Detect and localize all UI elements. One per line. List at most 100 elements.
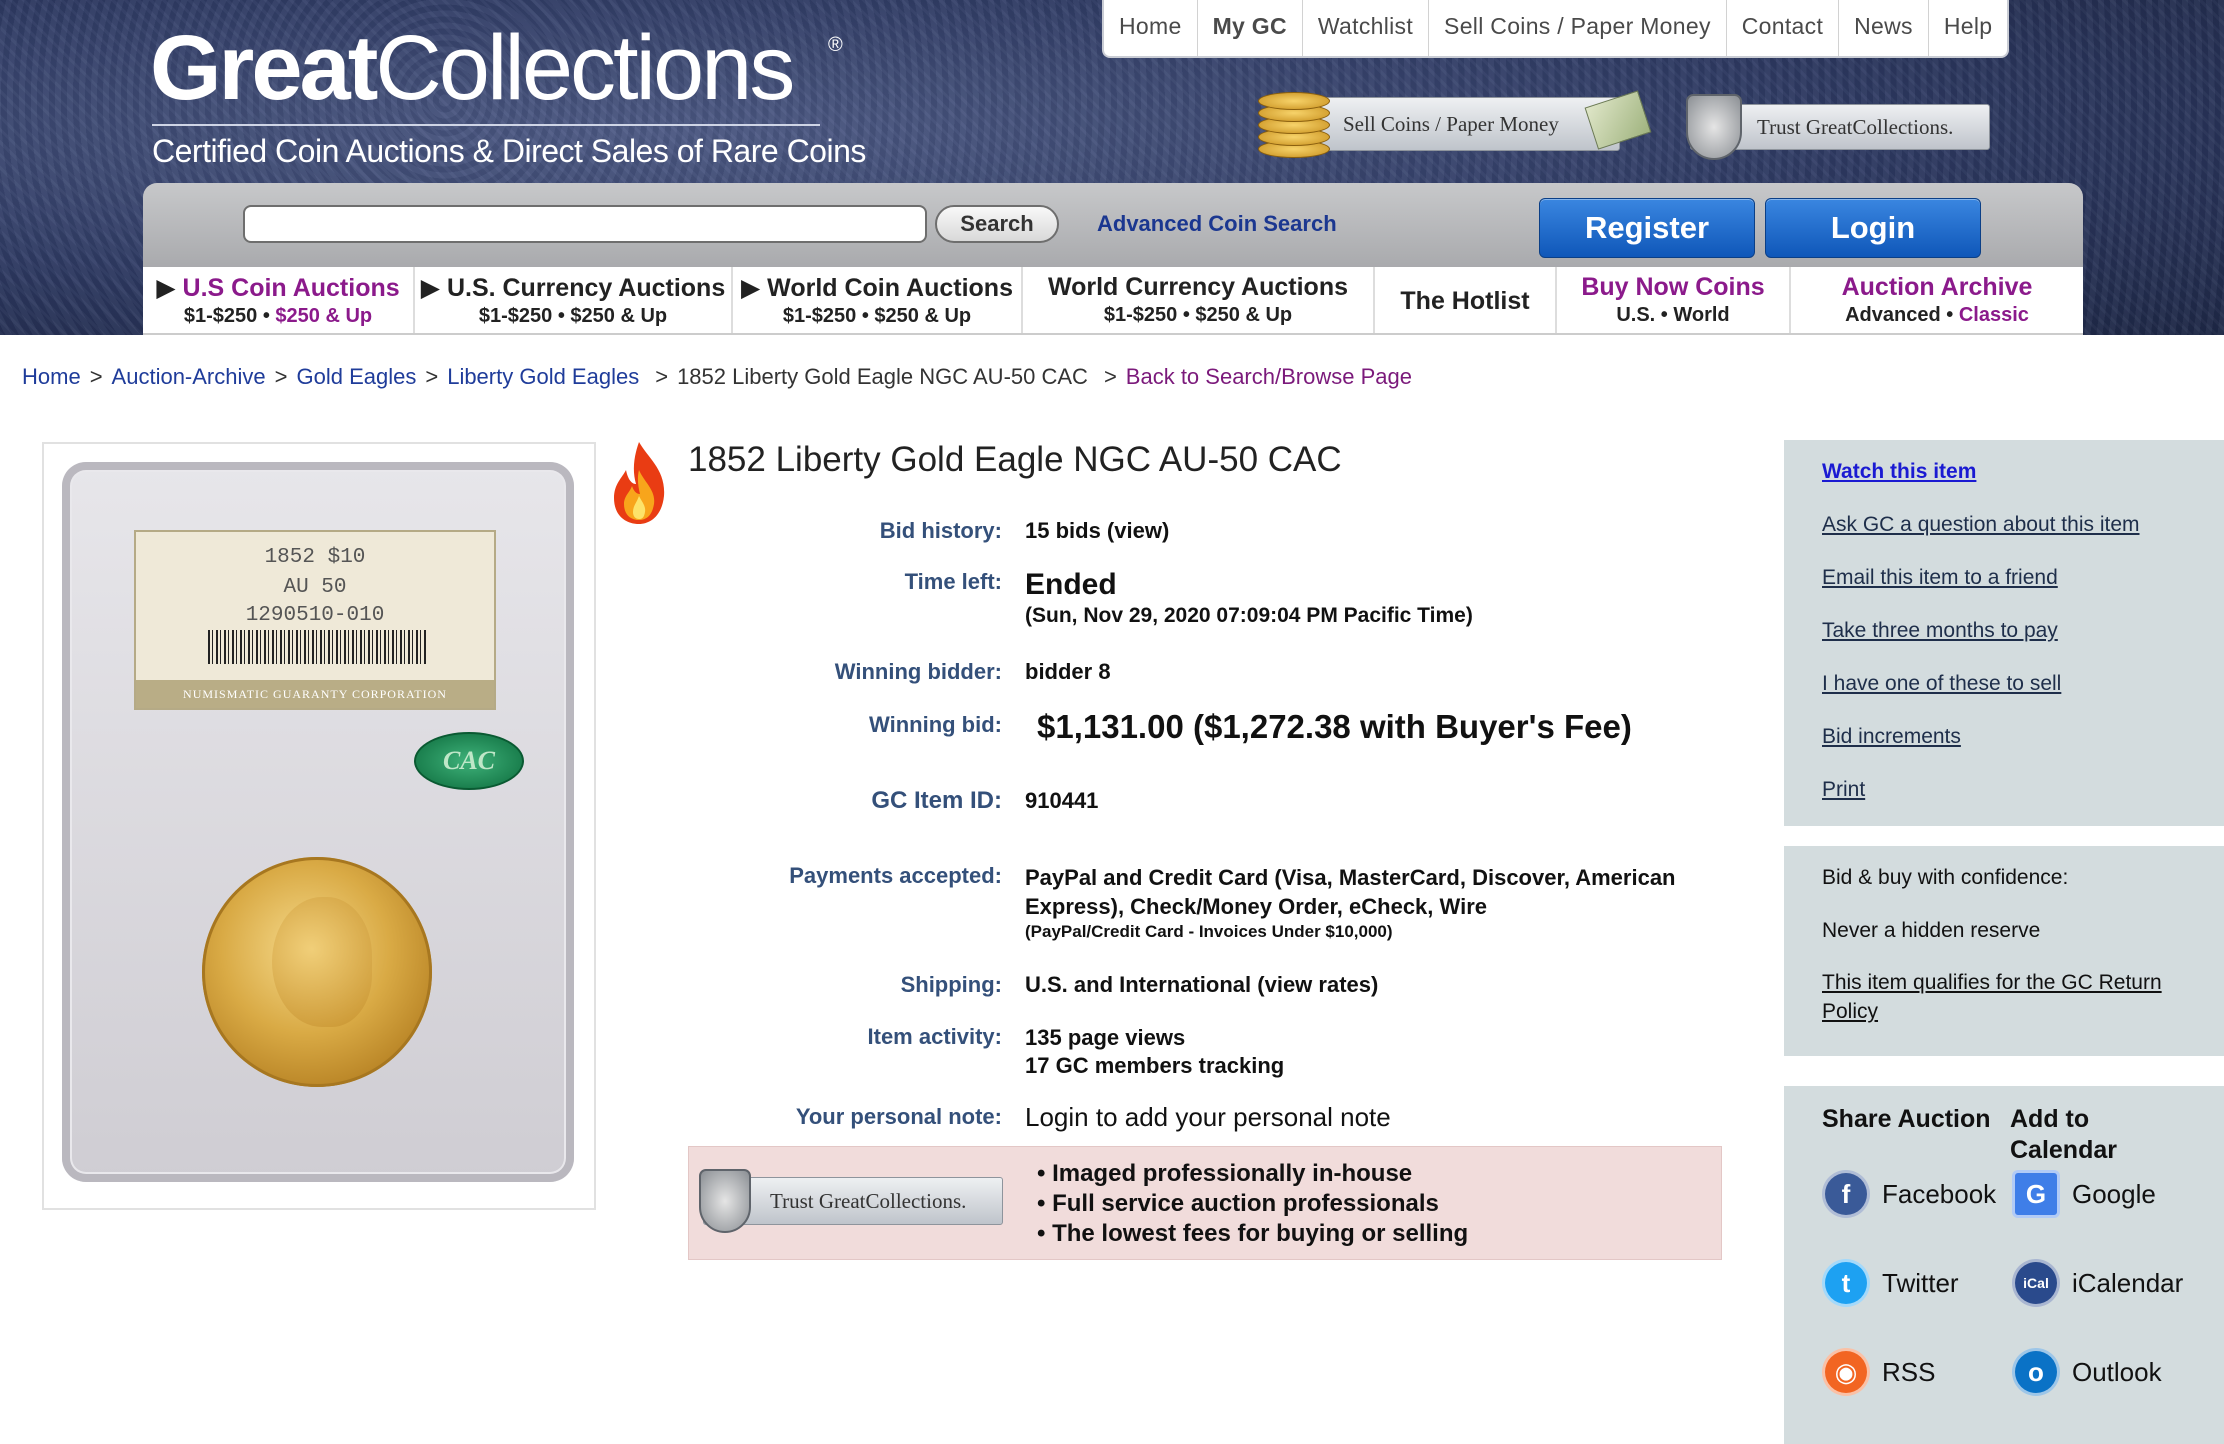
item-activity-label: Item activity: xyxy=(867,1024,1003,1049)
breadcrumb-current: 1852 Liberty Gold Eagle NGC AU-50 CAC xyxy=(677,364,1088,389)
breadcrumb-auction-archive[interactable]: Auction-Archive xyxy=(112,364,266,389)
category-world-currency-high[interactable]: $250 & Up xyxy=(1195,304,1292,326)
gold-coin xyxy=(202,857,432,1087)
calendar-google[interactable]: G Google xyxy=(2012,1170,2156,1218)
bid-history-label: Bid history: xyxy=(879,518,1002,543)
logo-strong: Great xyxy=(150,17,378,119)
coin-stack-icon xyxy=(1258,92,1336,160)
site-logo[interactable]: GreatCollections ® Certified Coin Auctio… xyxy=(150,17,866,169)
login-button[interactable]: Login xyxy=(1765,198,1981,258)
ask-question-link[interactable]: Ask GC a question about this item xyxy=(1822,513,2140,537)
category-us-currency-label: U.S. Currency Auctions xyxy=(446,274,726,302)
top-nav-home[interactable]: Home xyxy=(1104,0,1198,56)
logo-tagline: Certified Coin Auctions & Direct Sales o… xyxy=(152,133,866,169)
print-link[interactable]: Print xyxy=(1822,778,1865,802)
share-twitter[interactable]: t Twitter xyxy=(1822,1259,1959,1307)
category-archive-advanced[interactable]: Advanced xyxy=(1845,304,1941,326)
slab-label: 1852 $10 AU 50 1290510-010 NUMISMATIC GU… xyxy=(134,530,496,710)
watch-item-link[interactable]: Watch this item xyxy=(1822,460,1976,484)
top-nav-sell[interactable]: Sell Coins / Paper Money xyxy=(1429,0,1727,56)
breadcrumb-liberty-gold-eagles[interactable]: Liberty Gold Eagles xyxy=(447,364,639,389)
three-months-pay-link[interactable]: Take three months to pay xyxy=(1822,619,2058,643)
trust-bullet: Full service auction professionals xyxy=(1037,1189,1468,1219)
category-us-currency[interactable]: ▶ U.S. Currency Auctions $1-$250 • $250 … xyxy=(415,267,733,333)
category-us-coin-low[interactable]: $1-$250 xyxy=(184,305,257,327)
winning-bidder-label: Winning bidder: xyxy=(834,659,1002,684)
category-world-coin-high[interactable]: $250 & Up xyxy=(874,305,971,327)
top-nav-help[interactable]: Help xyxy=(1929,0,2008,56)
calendar-icalendar[interactable]: iCal iCalendar xyxy=(2012,1259,2183,1307)
category-world-currency-low[interactable]: $1-$250 xyxy=(1104,304,1177,326)
confidence-title: Bid & buy with confidence: xyxy=(1822,866,2069,889)
category-buy-now-us[interactable]: U.S. xyxy=(1616,304,1655,326)
calendar-outlook[interactable]: o Outlook xyxy=(2012,1348,2162,1396)
sidebar-actions: Watch this item Ask GC a question about … xyxy=(1784,440,2224,826)
share-rss[interactable]: ◉ RSS xyxy=(1822,1348,1935,1396)
category-auction-archive[interactable]: Auction Archive Advanced • Classic xyxy=(1791,267,2083,333)
category-world-coin-low[interactable]: $1-$250 xyxy=(783,305,856,327)
calendar-outlook-label: Outlook xyxy=(2072,1356,2162,1387)
shipping-value: U.S. and International (view rates) xyxy=(1025,972,1378,998)
breadcrumb-home[interactable]: Home xyxy=(22,364,81,389)
trust-bullets: Imaged professionally in-house Full serv… xyxy=(1037,1159,1468,1249)
share-facebook[interactable]: f Facebook xyxy=(1822,1170,1996,1218)
page-views: 135 page views xyxy=(1025,1025,1186,1050)
category-us-coin-sub: $1-$250 • $250 & Up xyxy=(183,305,373,327)
coin-image-frame[interactable]: 1852 $10 AU 50 1290510-010 NUMISMATIC GU… xyxy=(42,442,596,1210)
back-to-search-link[interactable]: Back to Search/Browse Page xyxy=(1126,364,1412,389)
coin-slab-image: 1852 $10 AU 50 1290510-010 NUMISMATIC GU… xyxy=(62,462,574,1182)
login-personal-note-link[interactable]: Login to add your personal note xyxy=(1025,1102,1391,1132)
have-one-to-sell-link[interactable]: I have one of these to sell xyxy=(1822,672,2061,696)
payments-label: Payments accepted: xyxy=(789,863,1002,888)
category-world-coin[interactable]: ▶ World Coin Auctions $1-$250 • $250 & U… xyxy=(733,267,1023,333)
top-nav-watchlist[interactable]: Watchlist xyxy=(1303,0,1430,56)
category-archive-classic[interactable]: Classic xyxy=(1959,304,2029,326)
top-nav-news[interactable]: News xyxy=(1839,0,1929,56)
bid-increments-link[interactable]: Bid increments xyxy=(1822,725,1961,749)
category-world-currency-label: World Currency Auctions xyxy=(1047,273,1349,301)
category-world-currency-sub: $1-$250 • $250 & Up xyxy=(1103,304,1293,326)
register-button[interactable]: Register xyxy=(1539,198,1755,258)
category-buy-now-world[interactable]: World xyxy=(1673,304,1729,326)
share-auction-title: Share Auction xyxy=(1822,1105,1991,1133)
calendar-google-label: Google xyxy=(2072,1178,2156,1209)
category-us-coin[interactable]: ▶ U.S Coin Auctions $1-$250 • $250 & Up xyxy=(143,267,415,333)
bid-history-value: 15 bids (view) xyxy=(1025,518,1169,544)
gc-item-id-value: 910441 xyxy=(1025,788,1099,813)
top-nav-contact[interactable]: Contact xyxy=(1727,0,1840,56)
category-us-currency-sub: $1-$250 • $250 & Up xyxy=(478,305,668,327)
trust-bullet: Imaged professionally in-house xyxy=(1037,1159,1468,1189)
cac-sticker: CAC xyxy=(414,732,524,790)
time-left-status: Ended xyxy=(1025,568,1117,601)
slab-label-line3: 1290510-010 xyxy=(245,604,385,627)
bid-history-link[interactable]: 15 bids (view) xyxy=(1025,518,1169,543)
search-button[interactable]: Search xyxy=(935,205,1059,243)
breadcrumb-separator: > xyxy=(425,364,439,389)
liberty-head xyxy=(272,897,372,1027)
time-left-value: Ended (Sun, Nov 29, 2020 07:09:04 PM Pac… xyxy=(1025,568,1473,628)
advanced-search-link[interactable]: Advanced Coin Search xyxy=(1097,211,1337,237)
email-friend-link[interactable]: Email this item to a friend xyxy=(1822,566,2058,590)
category-hotlist[interactable]: The Hotlist xyxy=(1375,267,1557,333)
search-input[interactable] xyxy=(243,205,927,243)
category-us-currency-high[interactable]: $250 & Up xyxy=(570,305,667,327)
breadcrumb-gold-eagles[interactable]: Gold Eagles xyxy=(296,364,416,389)
slab-label-line1: 1852 $10 xyxy=(264,546,366,569)
personal-note-value: Login to add your personal note xyxy=(1025,1102,1391,1133)
time-left-label: Time left: xyxy=(904,569,1002,594)
rss-icon: ◉ xyxy=(1822,1348,1870,1396)
category-us-currency-low[interactable]: $1-$250 xyxy=(479,305,552,327)
top-nav: Home My GC Watchlist Sell Coins / Paper … xyxy=(1102,0,2010,58)
share-twitter-label: Twitter xyxy=(1882,1267,1959,1298)
trust-bullet: The lowest fees for buying or selling xyxy=(1037,1219,1468,1249)
return-policy-link[interactable]: This item qualifies for the GC Return Po… xyxy=(1822,968,2212,1026)
category-world-currency[interactable]: World Currency Auctions $1-$250 • $250 &… xyxy=(1023,267,1375,333)
item-title: 1852 Liberty Gold Eagle NGC AU-50 CAC xyxy=(688,440,1342,479)
category-us-coin-high[interactable]: $250 & Up xyxy=(275,305,372,327)
view-rates-link[interactable]: (view rates) xyxy=(1257,972,1378,997)
category-buy-now[interactable]: Buy Now Coins U.S. • World xyxy=(1557,267,1791,333)
time-left-date: (Sun, Nov 29, 2020 07:09:04 PM Pacific T… xyxy=(1025,604,1473,627)
breadcrumb: Home > Auction-Archive > Gold Eagles > Liberty… xyxy=(22,364,1412,390)
share-rss-label: RSS xyxy=(1882,1356,1936,1387)
top-nav-my-gc[interactable]: My GC xyxy=(1198,0,1303,56)
